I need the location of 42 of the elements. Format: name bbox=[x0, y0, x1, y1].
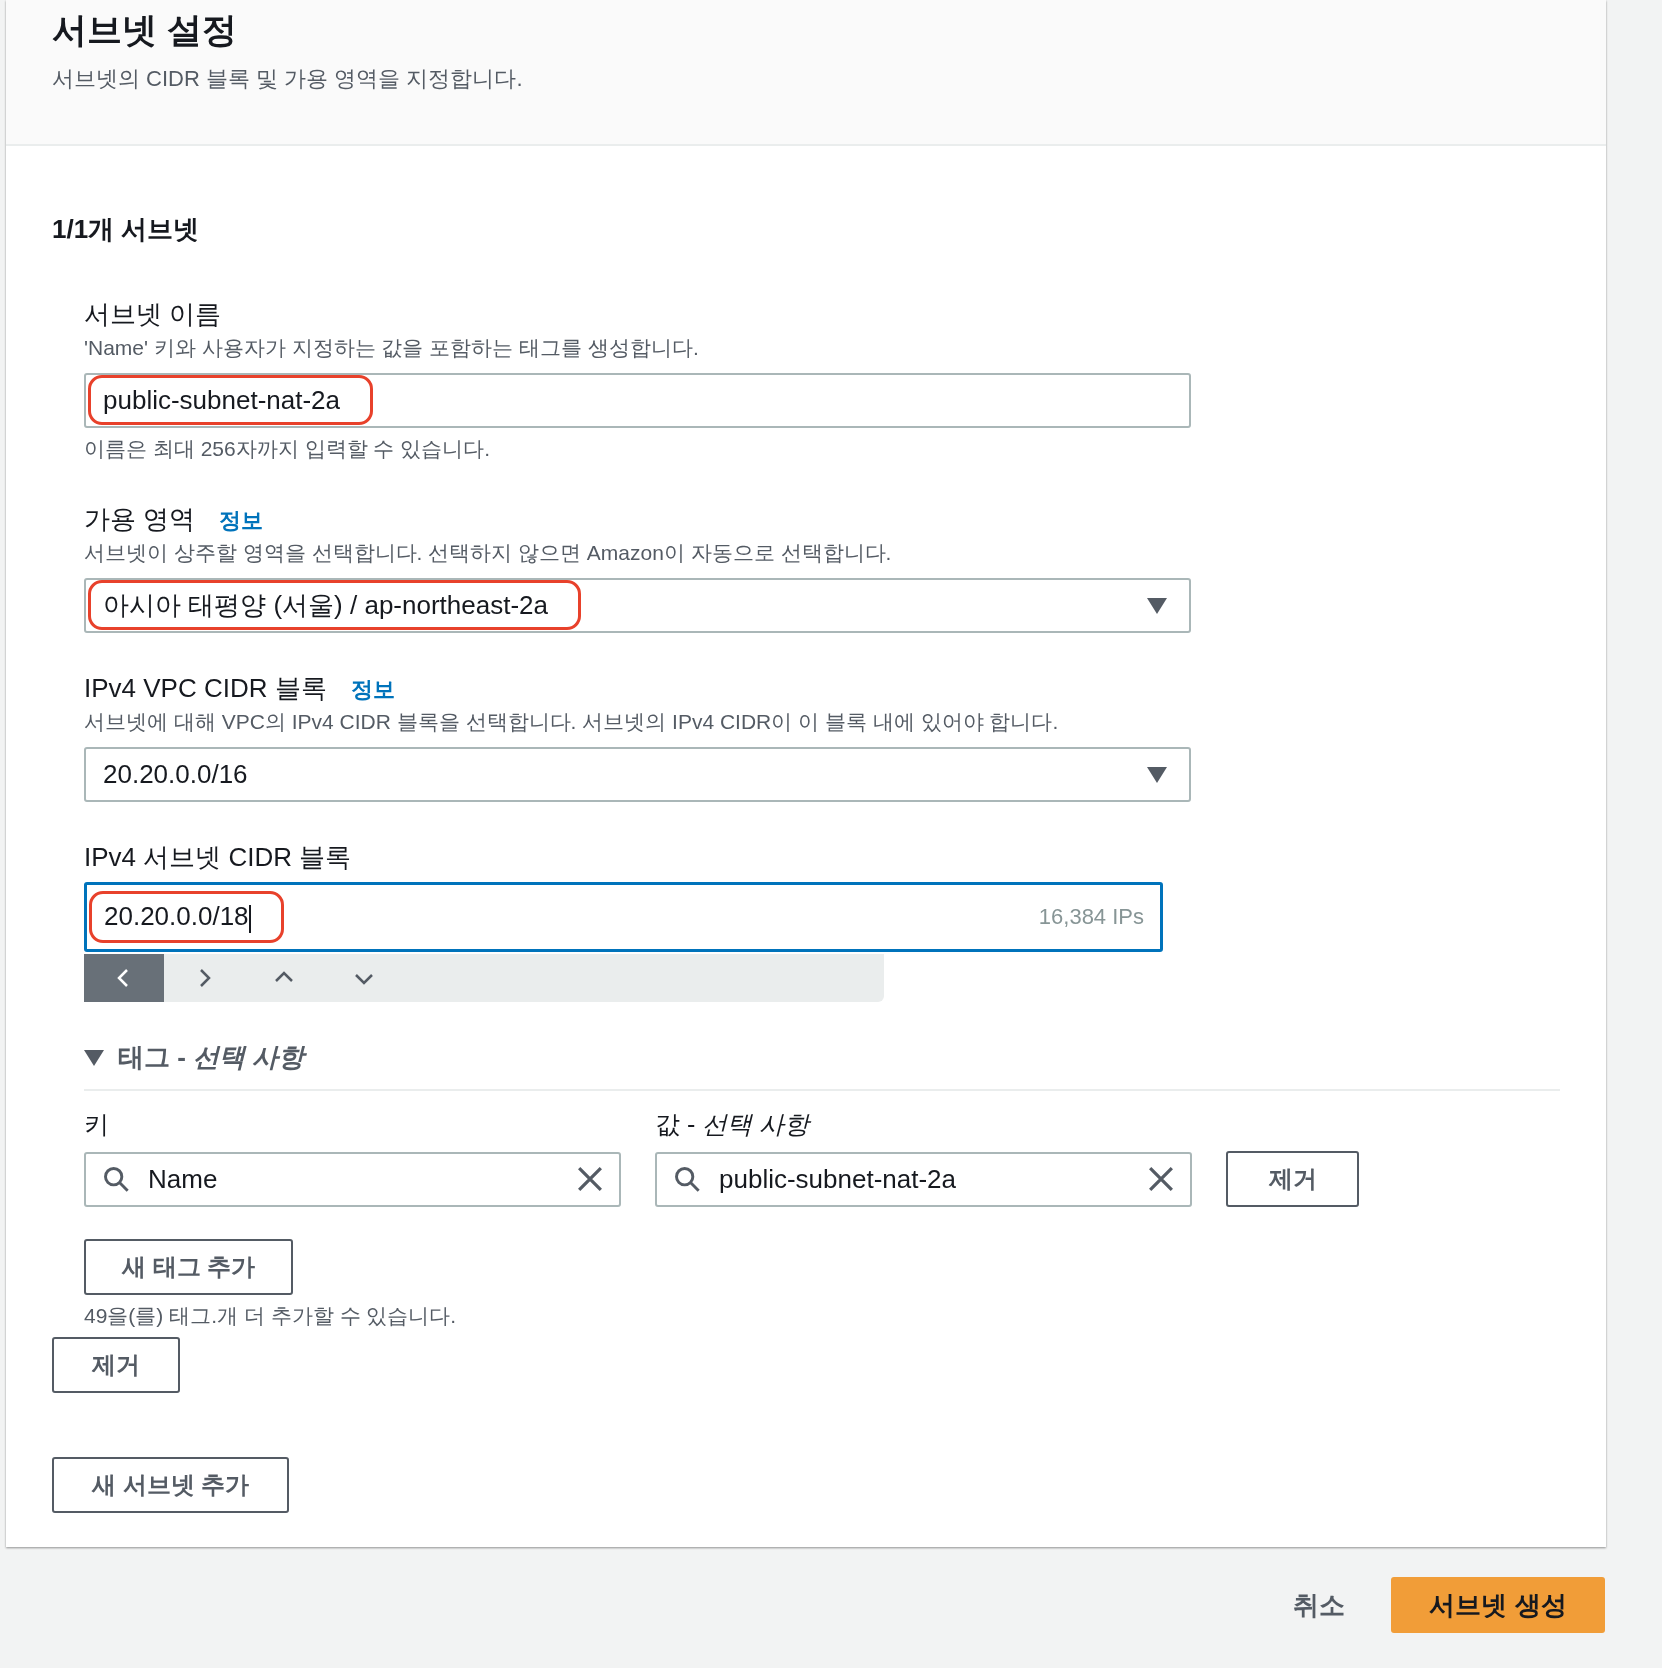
field-description: 서브넷이 상주할 영역을 선택합니다. 선택하지 않으면 Amazon이 자동으로 선택합니다. bbox=[84, 540, 893, 566]
select-dropdown[interactable]: 20.20.0.0/16 bbox=[84, 747, 1191, 802]
search-icon bbox=[102, 1165, 130, 1193]
field-label: 서브넷 이름 bbox=[84, 298, 222, 331]
tag-value-input[interactable]: public-subnet-nat-2a bbox=[655, 1151, 1192, 1207]
info-link[interactable]: 정보 bbox=[350, 675, 395, 705]
highlighted-field-value: 아시아 태평양 (서울) / ap-northeast-2a bbox=[88, 580, 581, 630]
text-input[interactable]: public-subnet-nat-2a bbox=[84, 373, 1191, 428]
field-label: 가용 영역 bbox=[84, 503, 196, 536]
field-value: 20.20.0.0/16 bbox=[102, 758, 249, 791]
clear-x-icon[interactable] bbox=[577, 1166, 603, 1192]
subnet-count-heading: 1/1개 서브넷 bbox=[52, 213, 201, 246]
create-subnet-button[interactable]: 서브넷 생성 bbox=[1391, 1577, 1605, 1633]
remove-subnet-button[interactable]: 제거 bbox=[52, 1337, 180, 1393]
add-subnet-button[interactable]: 새 서브넷 추가 bbox=[52, 1457, 290, 1513]
card-title: 서브넷 설정 bbox=[52, 9, 238, 51]
add-tag-button[interactable]: 새 태그 추가 bbox=[84, 1239, 294, 1295]
select-dropdown[interactable]: 아시아 태평양 (서울) / ap-northeast-2a bbox=[84, 578, 1191, 633]
highlighted-field-value: public-subnet-nat-2a bbox=[88, 375, 374, 425]
clear-x-icon[interactable] bbox=[1148, 1166, 1174, 1192]
field-description: 'Name' 키와 사용자가 지정하는 값을 포함하는 태그를 생성합니다. bbox=[84, 335, 700, 361]
cancel-button[interactable]: 취소 bbox=[1287, 1586, 1351, 1624]
field-label: IPv4 VPC CIDR 블록 bbox=[84, 672, 327, 705]
remove-tag-button[interactable]: 제거 bbox=[1226, 1151, 1359, 1207]
tag-key-input[interactable]: Name bbox=[84, 1151, 621, 1207]
card-description: 서브넷의 CIDR 블록 및 가용 영역을 지정합니다. bbox=[52, 65, 524, 93]
key-label: 키 bbox=[84, 1109, 110, 1140]
field-description: 서브넷에 대해 VPC의 IPv4 CIDR 블록을 선택합니다. 서브넷의 IPv4 CIDR이 이 블록 내에 있어야 합니다. bbox=[84, 709, 1060, 735]
ip-count: 16,384 IPs bbox=[1038, 904, 1144, 930]
dropdown-caret-icon bbox=[1147, 597, 1167, 614]
field-hint: 이름은 최대 256자까지 입력할 수 있습니다. bbox=[84, 436, 492, 462]
stepper-button[interactable] bbox=[84, 954, 164, 1002]
highlighted-field-value: 20.20.0.0/18 bbox=[89, 891, 284, 943]
value-label: 값 - 선택 사항 bbox=[655, 1109, 813, 1140]
field-label: IPv4 서브넷 CIDR 블록 bbox=[84, 841, 352, 874]
caret-down-icon bbox=[84, 1048, 104, 1067]
search-icon bbox=[673, 1165, 701, 1193]
tag-limit-hint: 49을(를) 태그.개 더 추가할 수 있습니다. bbox=[84, 1303, 458, 1329]
info-link[interactable]: 정보 bbox=[219, 506, 264, 536]
cidr-input[interactable]: 20.20.0.0/18 16,384 IPs bbox=[84, 882, 1163, 952]
dropdown-caret-icon bbox=[1147, 766, 1167, 783]
tags-toggle[interactable]: 태그 - 선택 사항 bbox=[84, 1040, 305, 1075]
